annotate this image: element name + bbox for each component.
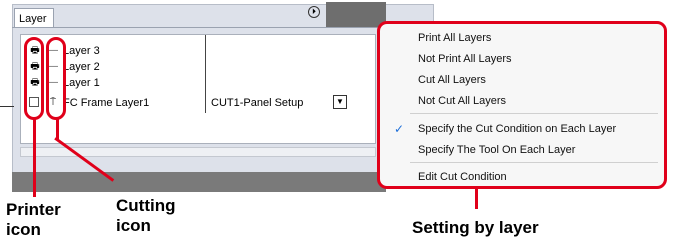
menu-item-edit-cut-condition[interactable]: Edit Cut Condition — [418, 170, 507, 184]
caption-cutting-icon: Cutting icon — [116, 196, 175, 236]
cutting-callout-line-a — [56, 119, 59, 139]
tab-layer[interactable]: Layer — [14, 8, 54, 28]
menu-item-not-cut-all[interactable]: Not Cut All Layers — [418, 94, 506, 108]
menu-item-specify-tool[interactable]: Specify The Tool On Each Layer — [418, 143, 575, 157]
menu-item-specify-cut-condition[interactable]: Specify the Cut Condition on Each Layer — [418, 122, 616, 136]
layer-row-fc-frame[interactable]: ⍑ FC Frame Layer1 CUT1-Panel Setup — [21, 95, 375, 111]
layer-list: 🖶 — Layer 3 🖶 — Layer 2 🖶 — Layer 1 ⍑ FC… — [20, 34, 376, 144]
layer-name: Layer 2 — [63, 61, 100, 73]
background-strip-lower — [12, 172, 386, 192]
menu-item-not-print-all[interactable]: Not Print All Layers — [418, 52, 512, 66]
cut-condition-value: CUT1-Panel Setup — [211, 97, 304, 109]
background-strip — [326, 2, 386, 28]
menu-item-cut-all[interactable]: Cut All Layers — [418, 73, 486, 87]
caption-printer-icon: Printer icon — [6, 200, 61, 240]
layer-name: Layer 3 — [63, 45, 100, 57]
menu-separator — [410, 113, 658, 114]
tab-underline — [12, 27, 424, 28]
menu-separator — [410, 162, 658, 163]
caption-cutting-line1: Cutting — [116, 196, 176, 215]
caption-printer-line1: Printer — [6, 200, 61, 219]
menu-item-print-all[interactable]: Print All Layers — [418, 31, 491, 45]
printer-icon-highlight — [24, 37, 44, 120]
pointer-line — [0, 106, 14, 107]
cut-condition-dropdown[interactable]: ▼ — [333, 95, 347, 109]
caption-cutting-line2: icon — [116, 216, 151, 235]
printer-callout-line — [33, 119, 36, 197]
check-icon: ✓ — [394, 122, 405, 136]
cutting-icon-highlight — [46, 37, 66, 120]
layer-name: FC Frame Layer1 — [63, 97, 150, 109]
layer-options-button[interactable]: ⏵ — [308, 6, 320, 18]
layer-context-menu: Print All Layers Not Print All Layers Cu… — [377, 21, 667, 189]
caption-setting-by-layer: Setting by layer — [412, 218, 539, 237]
layer-name: Layer 1 — [63, 77, 100, 89]
setting-callout-line — [475, 189, 478, 209]
caption-printer-line2: icon — [6, 220, 41, 239]
